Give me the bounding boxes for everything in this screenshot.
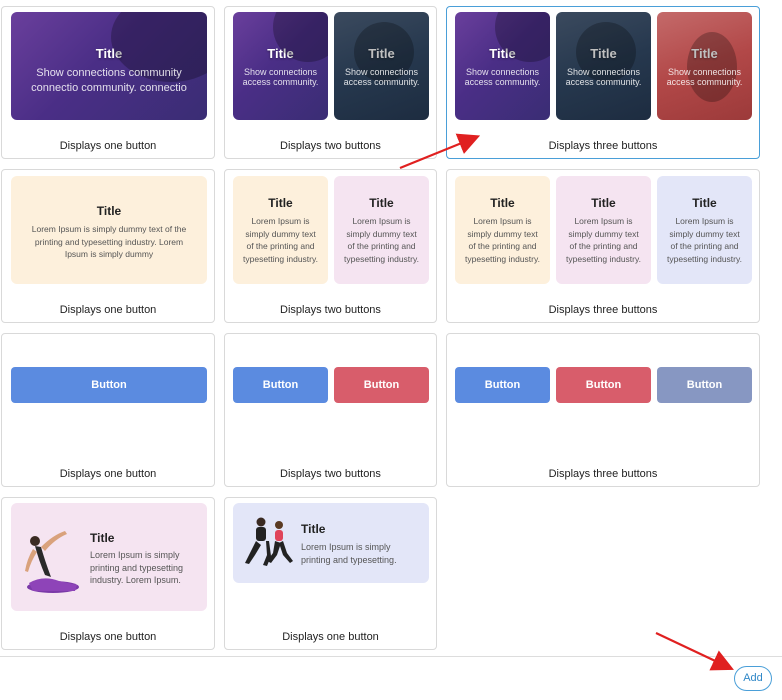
card-caption: Displays three buttons (548, 468, 658, 480)
image-tile: Title Show connections access community. (556, 12, 651, 120)
tile-title: Title (591, 196, 616, 210)
image-tile: Title Show connections access community. (233, 12, 328, 120)
tile-text: Lorem Ipsum is simply dummy text of the … (465, 216, 540, 264)
tile-title: Title (96, 204, 122, 218)
tile-title: Title (301, 522, 326, 536)
sample-button-blue: Button (455, 367, 550, 403)
text-tile: Title Lorem Ipsum is simply dummy text o… (334, 176, 429, 284)
template-card-text-one[interactable]: Title Lorem Ipsum is simply dummy text o… (1, 169, 215, 323)
tile-text: Lorem Ipsum is simply printing and types… (301, 542, 397, 565)
card-caption: Displays three buttons (548, 140, 658, 152)
person-tile: Title Lorem Ipsum is simply printing and… (233, 503, 429, 583)
footer-divider (0, 656, 782, 657)
tile-text: Show connections access community. (464, 67, 541, 87)
card-caption: Displays two buttons (280, 140, 381, 152)
text-tile: Title Lorem Ipsum is simply dummy text o… (233, 176, 328, 284)
add-button[interactable]: Add (734, 666, 772, 691)
tile-text: Show connections community connectio com… (31, 67, 187, 94)
template-card-button-two[interactable]: Button Button Displays two buttons (224, 333, 437, 487)
tile-title: Title (490, 196, 515, 210)
tile-title: Title (692, 196, 717, 210)
card-caption: Displays one button (59, 468, 157, 480)
template-card-button-one[interactable]: Button Displays one button (1, 333, 215, 487)
tile-text: Lorem Ipsum is simply dummy text of the … (667, 216, 742, 264)
text-tile: Title Lorem Ipsum is simply dummy text o… (455, 176, 550, 284)
card-caption: Displays two buttons (280, 304, 381, 316)
image-tile: Title Show connections community connect… (11, 12, 207, 120)
image-tile: Title Show connections access community. (334, 12, 429, 120)
person-tile: Title Lorem Ipsum is simply printing and… (11, 503, 207, 611)
card-caption: Displays one button (59, 304, 157, 316)
sample-button-grey: Button (657, 367, 752, 403)
template-card-image-three[interactable]: Title Show connections access community.… (446, 6, 760, 159)
sample-button-red: Button (556, 367, 651, 403)
image-tile: Title Show connections access community. (657, 12, 752, 120)
text-tile: Title Lorem Ipsum is simply dummy text o… (657, 176, 752, 284)
template-card-person-two[interactable]: Title Lorem Ipsum is simply printing and… (224, 497, 437, 650)
card-caption: Displays one button (59, 140, 157, 152)
template-card-text-three[interactable]: Title Lorem Ipsum is simply dummy text o… (446, 169, 760, 323)
template-card-text-two[interactable]: Title Lorem Ipsum is simply dummy text o… (224, 169, 437, 323)
card-caption: Displays one button (282, 631, 379, 643)
tile-text: Lorem Ipsum is simply dummy text of the … (243, 216, 318, 264)
tile-text: Lorem Ipsum is simply dummy text of the … (566, 216, 641, 264)
template-card-button-three[interactable]: Button Button Button Displays three butt… (446, 333, 760, 487)
tile-text: Lorem Ipsum is simply dummy text of the … (31, 224, 187, 259)
fitness-couple-figure-icon (245, 517, 293, 566)
card-caption: Displays three buttons (548, 304, 658, 316)
template-card-image-one[interactable]: Title Show connections community connect… (1, 6, 215, 159)
card-caption: Displays two buttons (280, 468, 381, 480)
tile-text: Lorem Ipsum is simply printing and types… (90, 550, 184, 585)
tile-title: Title (369, 196, 394, 210)
tile-title: Title (90, 531, 115, 545)
tile-text: Lorem Ipsum is simply dummy text of the … (344, 216, 419, 264)
tile-text: Show connections access community. (565, 67, 642, 87)
text-tile: Title Lorem Ipsum is simply dummy text o… (11, 176, 207, 284)
template-card-image-two[interactable]: Title Show connections access community.… (224, 6, 437, 159)
card-caption: Displays one button (59, 631, 157, 643)
yoga-pose-figure-icon (25, 531, 79, 593)
tile-text: Show connections access community. (242, 67, 319, 87)
sample-button-blue: Button (233, 367, 328, 403)
template-card-person-one[interactable]: Title Lorem Ipsum is simply printing and… (1, 497, 215, 650)
sample-button-red: Button (334, 367, 429, 403)
tile-text: Show connections access community. (343, 67, 420, 87)
tile-text: Show connections access community. (666, 67, 743, 87)
sample-button-blue: Button (11, 367, 207, 403)
text-tile: Title Lorem Ipsum is simply dummy text o… (556, 176, 651, 284)
image-tile: Title Show connections access community. (455, 12, 550, 120)
tile-title: Title (268, 196, 293, 210)
